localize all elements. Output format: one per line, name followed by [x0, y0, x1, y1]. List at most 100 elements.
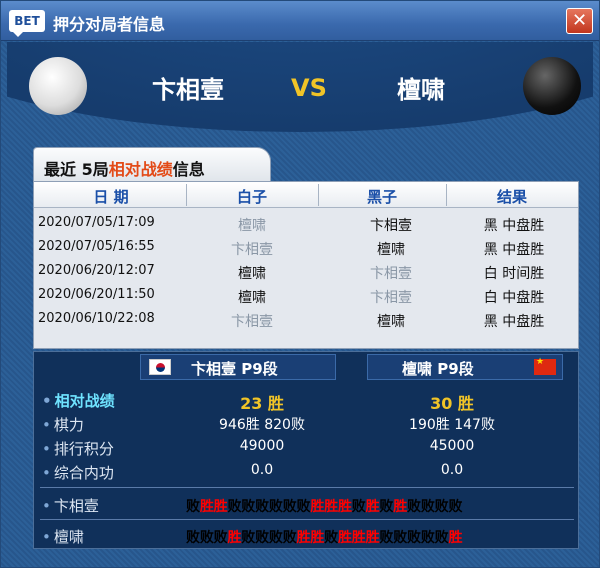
- result-win: 胜: [365, 530, 380, 546]
- tab-suffix: 信息: [172, 160, 205, 179]
- ranking-right: 45000: [429, 438, 475, 454]
- row-date: 2020/07/05/17:09: [38, 215, 155, 230]
- result-win: 胜: [448, 530, 463, 546]
- row-black-player: 檀啸: [377, 242, 405, 258]
- table-row[interactable]: 2020/06/20/11:50 檀啸 卞相壹 白 中盘胜: [34, 284, 578, 308]
- row-result: 白 中盘胜: [483, 290, 545, 306]
- history-table: 日 期 白子 黑子 结果 2020/07/05/17:09 檀啸 卞相壹黑 中盘胜 2…: [33, 181, 579, 349]
- strength-left: 946胜 820败: [219, 417, 305, 433]
- row-date: 2020/06/20/11:50: [38, 287, 155, 302]
- row-black-player: 卞相壹: [370, 218, 412, 234]
- row-date: 2020/07/05/16:55: [38, 239, 155, 254]
- result-loss: 败: [420, 530, 435, 546]
- tab-recent-record[interactable]: 最近 5局相对战绩信息: [33, 147, 271, 183]
- result-loss: 败: [241, 530, 256, 546]
- recent-results-right: 败败败胜败败败败胜胜败胜胜胜败败败败败胜: [186, 527, 462, 547]
- row-black-player: 卞相壹: [370, 266, 412, 282]
- result-win: 胜: [310, 499, 325, 515]
- result-loss: 败: [407, 499, 421, 515]
- recent-label-right: • 檀啸: [42, 528, 84, 546]
- ranking-left: 49000: [239, 438, 285, 454]
- header-result[interactable]: 结果: [446, 186, 578, 207]
- row-white-player: 卞相壹: [231, 242, 273, 258]
- result-win: 胜: [337, 499, 352, 515]
- ranking-label: • 排行积分: [42, 440, 114, 458]
- result-loss: 败: [255, 530, 269, 546]
- result-loss: 败: [448, 499, 463, 515]
- row-black-player: 卞相壹: [370, 290, 412, 306]
- white-player-name: 卞相壹: [152, 76, 224, 104]
- result-win: 胜: [227, 530, 242, 546]
- inner-right: 0.0: [440, 462, 464, 478]
- row-result: 黑 中盘胜: [483, 314, 545, 330]
- record-label: • 相对战绩: [42, 392, 115, 410]
- result-loss: 败: [282, 499, 297, 515]
- result-loss: 败: [186, 530, 200, 546]
- tab-prefix: 最近 5局: [44, 160, 109, 179]
- result-loss: 败: [324, 530, 338, 546]
- window-title: 押分对局者信息: [53, 15, 166, 34]
- result-loss: 败: [434, 530, 449, 546]
- table-row[interactable]: 2020/07/05/17:09 檀啸 卞相壹 黑 中盘胜: [34, 212, 578, 236]
- inner-left: 0.0: [250, 462, 274, 478]
- result-loss: 败: [393, 530, 407, 546]
- bet-logo: BET: [9, 10, 45, 37]
- divider: [40, 487, 574, 488]
- result-loss: 败: [379, 530, 394, 546]
- result-win: 胜: [213, 499, 228, 515]
- recent-results-left: 败胜胜败败败败败败胜胜胜败胜败胜败败败败: [186, 496, 462, 516]
- record-right: 30 胜: [430, 394, 474, 413]
- white-stone-icon: [29, 57, 87, 115]
- recent-label-left: • 卞相壹: [42, 497, 99, 515]
- result-loss: 败: [268, 499, 283, 515]
- result-loss: 败: [227, 499, 242, 515]
- result-win: 胜: [324, 499, 338, 515]
- result-loss: 败: [407, 530, 421, 546]
- close-button[interactable]: ✕: [566, 8, 593, 34]
- inner-label: • 综合内功: [42, 464, 114, 482]
- row-white-player: 檀啸: [238, 290, 266, 306]
- table-row[interactable]: 2020/07/05/16:55 卞相壹 檀啸 黑 中盘胜: [34, 236, 578, 260]
- record-left: 23 胜: [240, 394, 284, 413]
- vs-label: VS: [291, 74, 327, 102]
- result-win: 胜: [296, 530, 311, 546]
- china-flag-icon: [534, 357, 556, 375]
- row-black-player: 檀啸: [377, 314, 405, 330]
- title-bar: BET 押分对局者信息 ✕: [1, 1, 599, 41]
- result-win: 胜: [365, 499, 380, 515]
- result-loss: 败: [351, 499, 366, 515]
- korea-flag-icon: [149, 359, 171, 375]
- table-row[interactable]: 2020/06/10/22:08 卞相壹 檀啸 黑 中盘胜: [34, 308, 578, 332]
- result-win: 胜: [351, 530, 366, 546]
- header-black[interactable]: 黑子: [318, 186, 446, 207]
- row-date: 2020/06/10/22:08: [38, 311, 155, 326]
- result-loss: 败: [199, 530, 214, 546]
- result-loss: 败: [241, 499, 256, 515]
- header-white[interactable]: 白子: [186, 186, 318, 207]
- row-result: 白 时间胜: [483, 266, 545, 282]
- result-loss: 败: [186, 499, 200, 515]
- result-win: 胜: [310, 530, 325, 546]
- row-white-player: 檀啸: [238, 218, 266, 234]
- result-loss: 败: [255, 499, 269, 515]
- result-win: 胜: [199, 499, 214, 515]
- right-player-box: 檀啸 P9段: [367, 354, 563, 380]
- row-white-player: 檀啸: [238, 266, 266, 282]
- result-loss: 败: [296, 499, 311, 515]
- table-row[interactable]: 2020/06/20/12:07 檀啸 卞相壹 白 时间胜: [34, 260, 578, 284]
- result-loss: 败: [213, 530, 228, 546]
- row-result: 黑 中盘胜: [483, 218, 545, 234]
- strength-right: 190胜 147败: [409, 417, 495, 433]
- row-date: 2020/06/20/12:07: [38, 263, 155, 278]
- header-date[interactable]: 日 期: [38, 186, 184, 207]
- tab-highlight: 相对战绩: [108, 160, 173, 179]
- row-white-player: 卞相壹: [231, 314, 273, 330]
- history-panel: 最近 5局相对战绩信息 日 期 白子 黑子 结果 2020/07/05/17:0…: [33, 147, 579, 549]
- result-win: 胜: [393, 499, 407, 515]
- strength-label: • 棋力: [42, 416, 84, 434]
- left-player-rank: 卞相壹 P9段: [191, 360, 278, 378]
- match-header: 卞相壹 VS 檀啸: [7, 42, 593, 138]
- black-player-name: 檀啸: [397, 76, 445, 104]
- row-result: 黑 中盘胜: [483, 242, 545, 258]
- right-player-rank: 檀啸 P9段: [402, 360, 474, 378]
